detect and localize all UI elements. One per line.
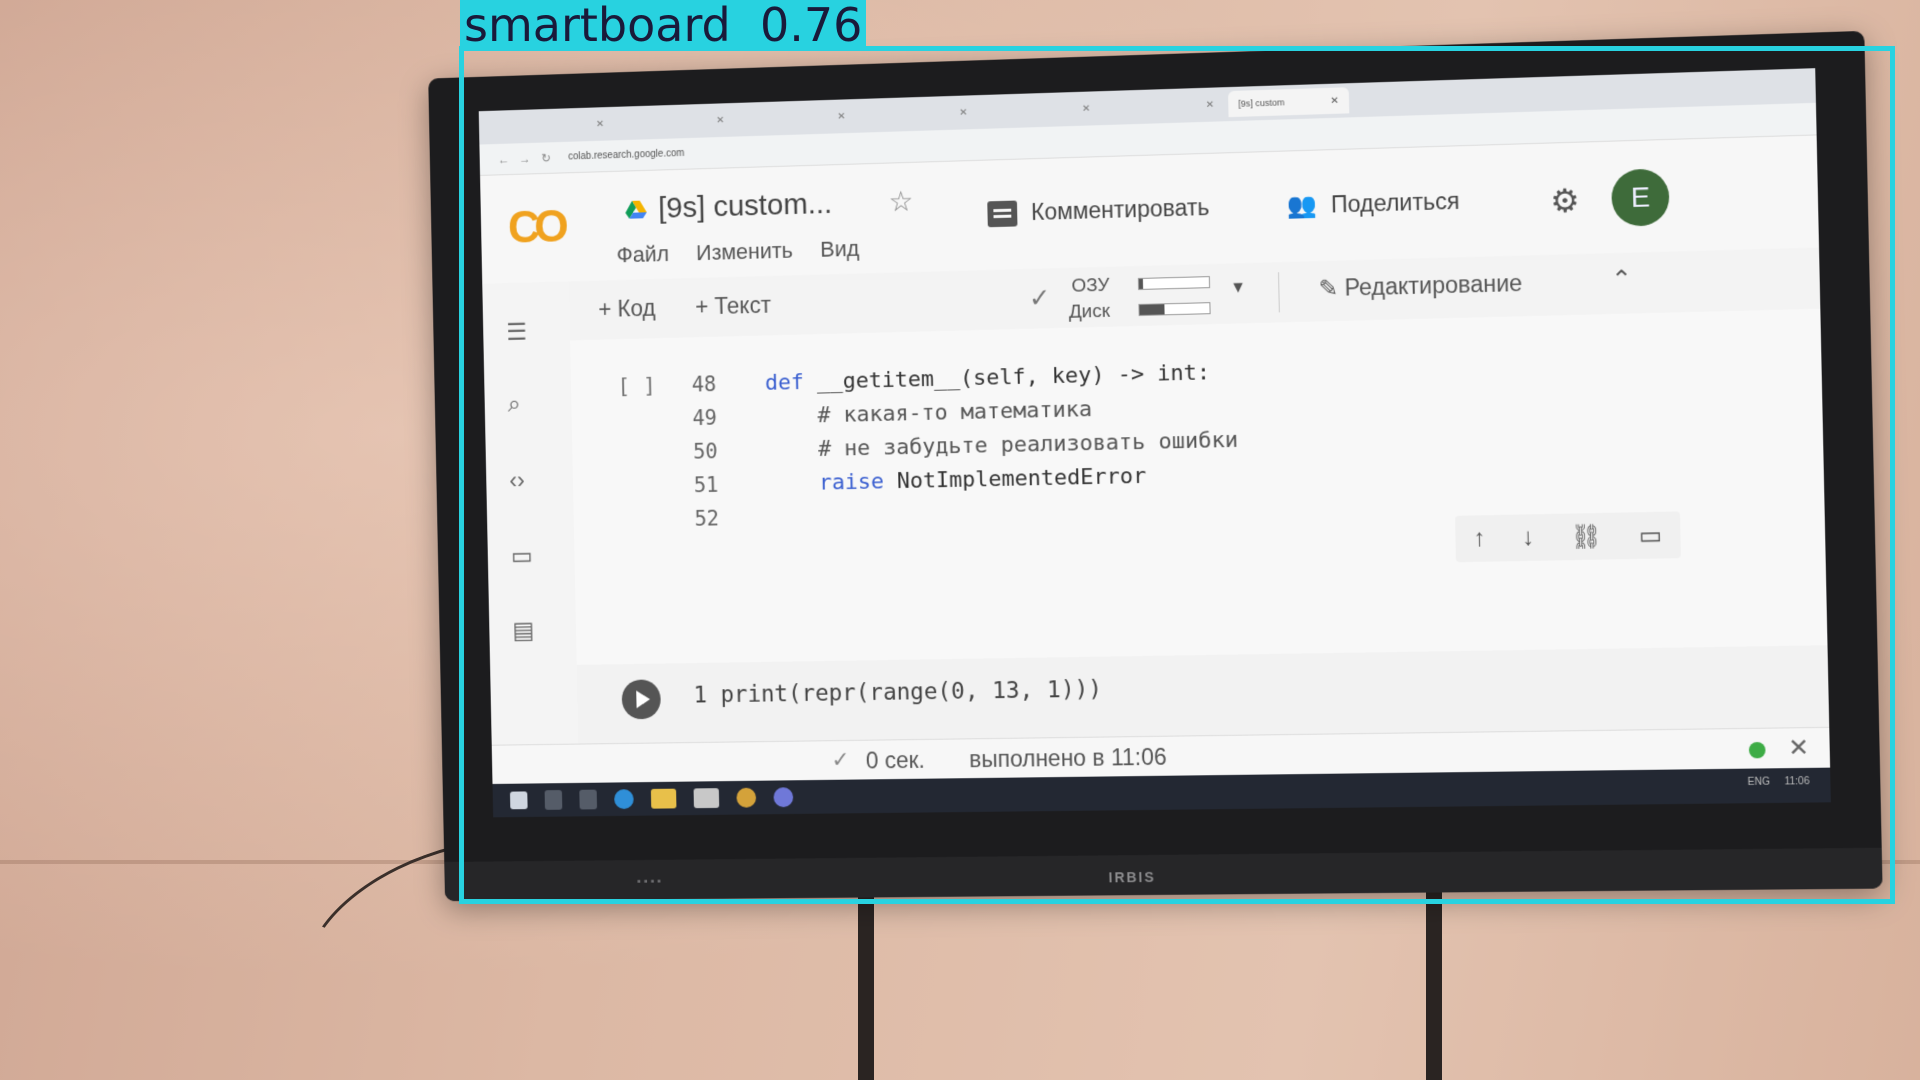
detection-score: 0.76 [760, 0, 863, 52]
detection-label: smartboard 0.76 [460, 0, 867, 50]
detection-box [459, 46, 1895, 904]
tv-stand-right [1426, 880, 1442, 1080]
detection-class: smartboard [464, 0, 731, 52]
tv-stand-left [858, 880, 874, 1080]
